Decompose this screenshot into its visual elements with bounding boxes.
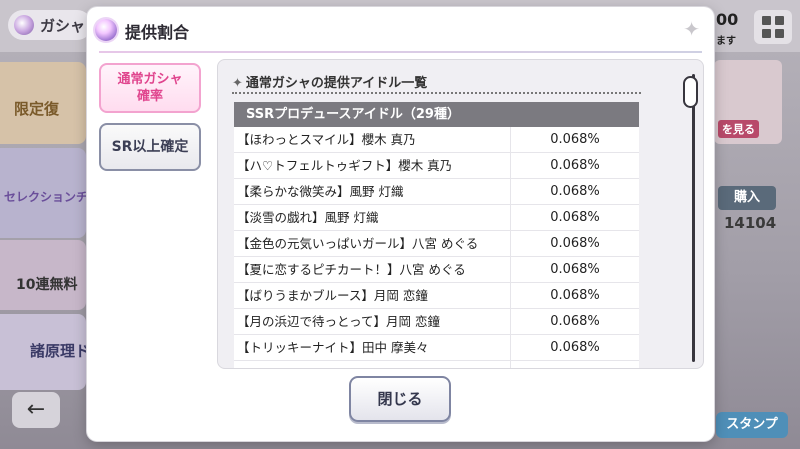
idol-rate: 0.068% [550,132,600,147]
rates-table: SSRプロデュースアイドル（29種） 【ほわっとスマイル】櫻木 真乃 0.068%… [234,102,639,368]
rates-panel: ✦ 通常ガシャの提供アイドル一覧 SSRプロデュースアイドル（29種） 【ほわっと… [217,59,704,369]
orb-icon [95,19,117,41]
tab-normal-gacha-label-line2: 確率 [136,89,163,104]
panel-heading-text: 通常ガシャの提供アイドル一覧 [245,76,428,91]
table-row: 【ほわっとスマイル】櫻木 真乃 0.068% [234,127,639,153]
background-title-pill: ガシャ [8,10,92,40]
idol-name: 【ほわっとスマイル】櫻木 真乃 [234,127,511,152]
idol-rate: 0.068% [550,158,600,173]
idol-rate: 0.068% [550,236,600,251]
table-body: 【ほわっとスマイル】櫻木 真乃 0.068% 【ハ♡トフェルトゥギフト】櫻木 真乃 0… [234,127,639,361]
diamond-bullet-icon: ✦ [232,76,243,91]
idol-name: 【夏に恋するピチカート！】八宮 めぐる [234,257,511,282]
tab-normal-gacha-rates[interactable]: 通常ガシャ 確率 [99,63,201,113]
idol-name: 【淡雪の戯れ】風野 灯織 [234,205,511,230]
background-banner-4-label: 諸原理ド [30,342,86,360]
background-banner-2-label: セレクションチ [4,190,86,204]
idol-rate: 0.068% [550,288,600,303]
idol-name: 【ハ♡トフェルトゥギフト】櫻木 真乃 [234,153,511,178]
background-partial-count: 00 [716,10,739,29]
modal-header: 提供割合 ✦ [87,7,714,53]
idol-name: 【柔らかな微笑み】風野 灯織 [234,179,511,204]
rates-modal: 提供割合 ✦ 通常ガシャ 確率 SR以上確定 ✦ 通常ガシャの提供アイドル一覧 S… [87,7,714,441]
arrow-left-icon[interactable]: ← [12,392,60,428]
idol-name: 【トリッキーナイト】田中 摩美々 [234,335,511,360]
background-count-value: 14104 [724,214,777,232]
table-row: 【トリッキーナイト】田中 摩美々 0.068% [234,335,639,361]
idol-rate: 0.068% [550,184,600,199]
background-title: ガシャ [40,16,86,35]
idol-rate: 0.068% [550,340,600,355]
table-row: 【月の浜辺で待っとって】月岡 恋鐘 0.068% [234,309,639,335]
idol-name: 【金色の元気いっぱいガール】八宮 めぐる [234,231,511,256]
table-row: 【ハ♡トフェルトゥギフト】櫻木 真乃 0.068% [234,153,639,179]
scrollbar-track[interactable] [692,74,695,362]
tab-normal-gacha-label-line1: 通常ガシャ [117,72,183,87]
idol-name: 【ばりうまかブルース】月岡 恋鐘 [234,283,511,308]
background-buy-label: 購入 [718,186,776,210]
panel-heading-divider [232,92,641,94]
background-banner-2[interactable]: セレクションチ [0,148,86,238]
background-banner-3[interactable]: 10連無料 [0,240,86,310]
background-banner-4[interactable]: 諸原理ド [0,314,86,390]
background-banner-1[interactable]: 限定復 [0,62,86,144]
scrollbar-thumb[interactable] [683,76,698,108]
table-row: 【淡雪の戯れ】風野 灯織 0.068% [234,205,639,231]
table-row: 【夏に恋するピチカート！】八宮 めぐる 0.068% [234,257,639,283]
tab-sr-guaranteed[interactable]: SR以上確定 [99,123,201,171]
idol-name: 【月の浜辺で待っとって】月岡 恋鐘 [234,309,511,334]
close-button[interactable]: 閉じる [349,376,451,422]
panel-heading: ✦ 通常ガシャの提供アイドル一覧 [232,72,427,91]
table-row: 【ばりうまかブルース】月岡 恋鐘 0.068% [234,283,639,309]
sparkle-icon: ✦ [683,17,700,41]
background-partial-text: ます [716,36,736,47]
idol-rate: 0.068% [550,210,600,225]
table-row: 【柔らかな微笑み】風野 灯織 0.068% [234,179,639,205]
header-divider [99,51,702,53]
table-header: SSRプロデュースアイドル（29種） [234,102,639,127]
background-right-card[interactable]: を見る [714,60,782,144]
table-row-partial [234,361,639,368]
background-right-card-label: を見る [718,120,759,138]
background-banner-1-label: 限定復 [14,100,60,118]
background-banner-3-label: 10連無料 [16,277,78,293]
idol-rate: 0.068% [550,314,600,329]
idol-rate: 0.068% [550,262,600,277]
menu-grid-icon[interactable] [754,10,792,44]
table-row: 【金色の元気いっぱいガール】八宮 めぐる 0.068% [234,231,639,257]
modal-title: 提供割合 [125,23,190,42]
background-stamp-button[interactable]: スタンプ [716,412,788,438]
gacha-orb-icon [14,15,34,35]
